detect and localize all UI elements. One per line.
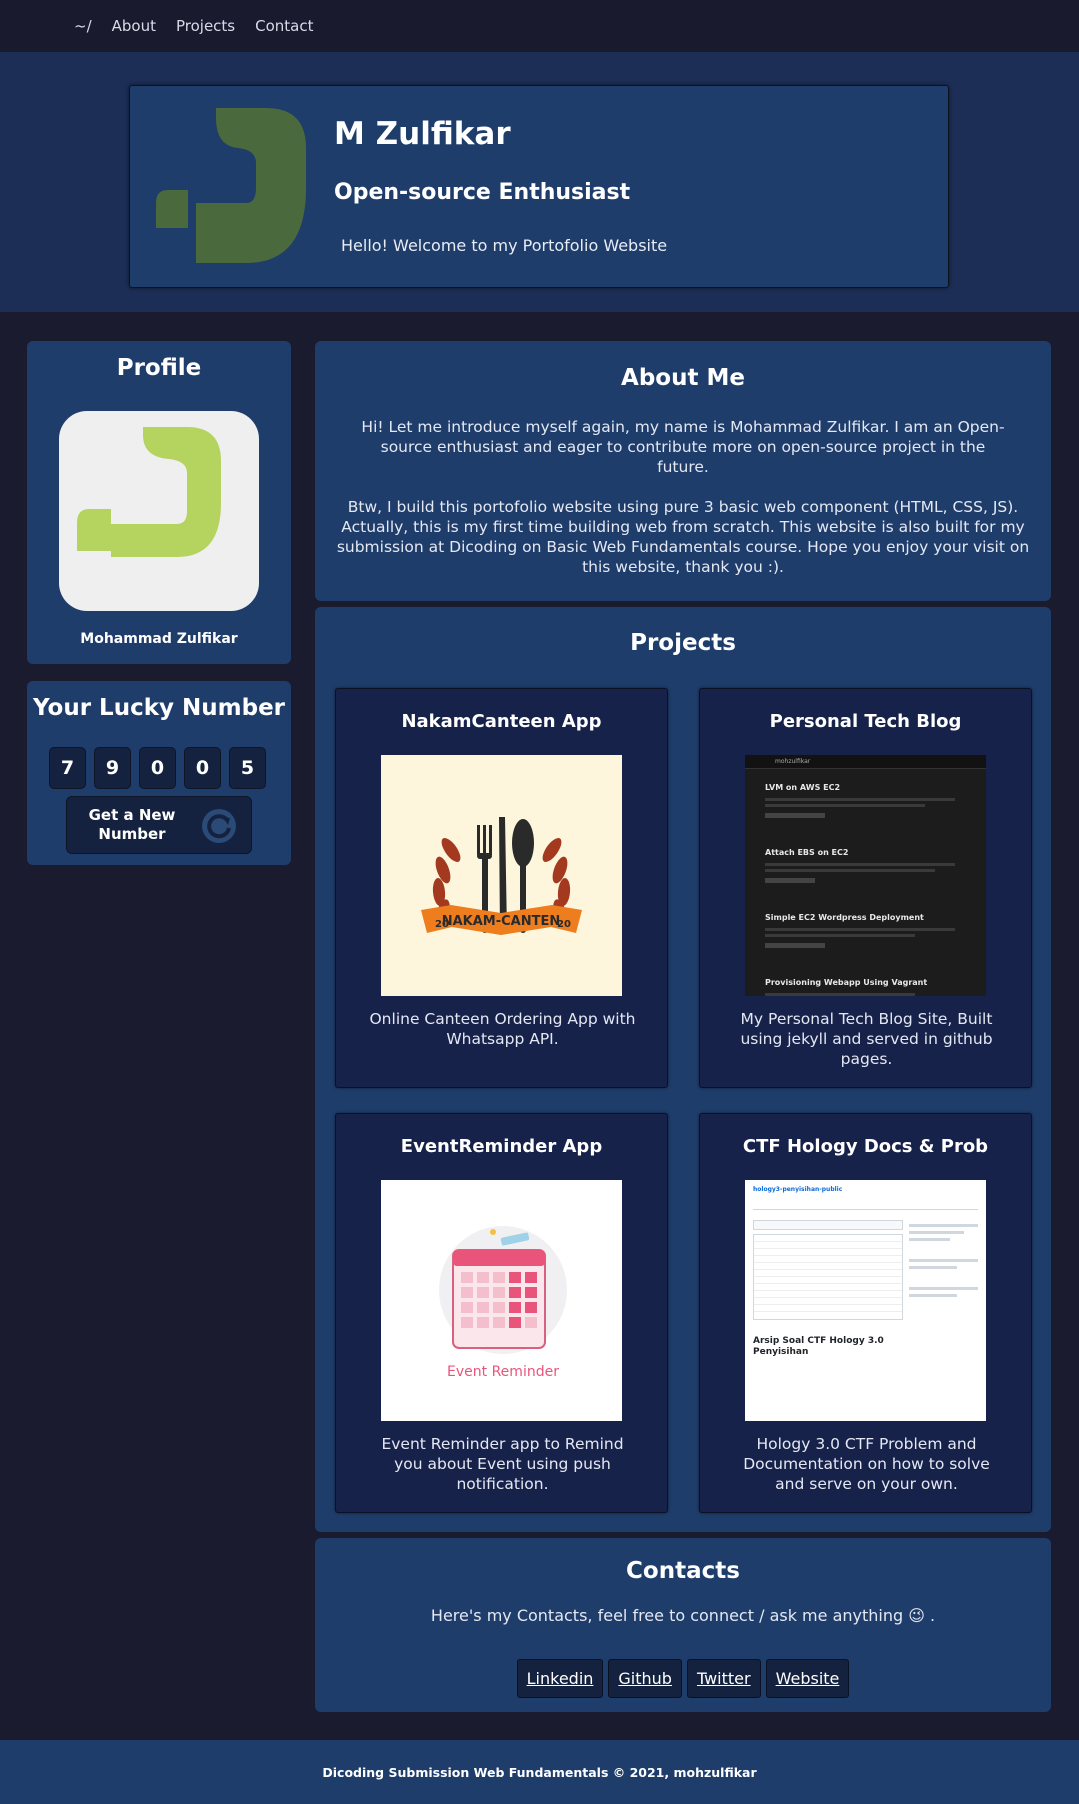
footer: Dicoding Submission Web Fundamentals © 2…	[0, 1740, 1079, 1804]
lucky-digits: 7 9 0 0 5	[49, 747, 266, 789]
contact-links: Linkedin Github Twitter Website	[315, 1659, 1051, 1698]
lucky-digit: 5	[229, 747, 266, 789]
website-button[interactable]: Website	[765, 1659, 850, 1698]
project-image-nakamcanteen: NAKAM-CANTEN 20 20	[381, 755, 622, 996]
canteen-logo-icon: NAKAM-CANTEN 20 20	[421, 817, 582, 935]
twitter-button[interactable]: Twitter	[686, 1659, 761, 1698]
footer-text: Dicoding Submission Web Fundamentals © 2…	[322, 1764, 757, 1780]
project-image-tech-blog: mohzulfikar LVM on AWS EC2 Attach EBS on…	[745, 755, 986, 996]
canteen-year-right: 20	[557, 919, 571, 930]
new-number-button[interactable]: Get a New Number	[66, 796, 252, 854]
contacts-message: Here's my Contacts, feel free to connect…	[430, 1606, 936, 1625]
lucky-digit: 9	[94, 747, 131, 789]
projects-panel: Projects NakamCanteen App NAKAM-CANTEN 2…	[315, 607, 1051, 1532]
hero-subtitle: Open-source Enthusiast	[334, 180, 631, 205]
project-description: Online Canteen Ordering App with Whatsap…	[369, 1010, 636, 1048]
new-number-label: Get a New Number	[88, 806, 176, 843]
about-paragraph: Hi! Let me introduce myself again, my na…	[361, 418, 1005, 476]
github-button[interactable]: Github	[608, 1659, 682, 1698]
nav-contact-link[interactable]: Contact	[255, 17, 313, 35]
lucky-number-title: Your Lucky Number	[32, 695, 286, 721]
blog-post-title: Simple EC2 Wordpress Deployment	[765, 913, 924, 922]
hero-message: Hello! Welcome to my Portofolio Website	[341, 236, 668, 255]
blog-post-title: LVM on AWS EC2	[765, 783, 841, 792]
project-description: Event Reminder app to Remind you about E…	[381, 1435, 624, 1493]
contacts-title: Contacts	[626, 1558, 740, 1584]
linkedin-button[interactable]: Linkedin	[516, 1659, 604, 1698]
nav-home-link[interactable]: ~/	[74, 17, 92, 35]
project-image-eventreminder: Event Reminder	[381, 1180, 622, 1421]
blog-post-title: Attach EBS on EC2	[765, 848, 849, 857]
profile-name: Mohammad Zulfikar	[80, 631, 238, 647]
project-image-ctf-hology: hology3-penyisihan-public Arsip Soal CTF…	[745, 1180, 986, 1421]
profile-title: Profile	[116, 355, 202, 381]
project-card-tech-blog[interactable]: Personal Tech Blog mohzulfikar LVM on AW…	[699, 688, 1032, 1088]
project-card-nakamcanteen[interactable]: NakamCanteen App NAKAM-CANTEN 20 20 Onli…	[335, 688, 668, 1088]
project-card-eventreminder[interactable]: EventReminder App Event Reminder Event R…	[335, 1113, 668, 1513]
logo-icon	[156, 108, 306, 263]
project-title: NakamCanteen App	[401, 711, 602, 732]
readme-heading: Arsip Soal CTF Hology 3.0 Penyisihan	[753, 1336, 884, 1357]
project-description: Hology 3.0 CTF Problem and Documentation…	[743, 1435, 990, 1493]
canteen-logo-text: NAKAM-CANTEN	[442, 914, 561, 929]
nav-projects-link[interactable]: Projects	[176, 17, 235, 35]
avatar	[59, 411, 259, 611]
project-title: EventReminder App	[400, 1136, 603, 1157]
blog-header: mohzulfikar	[745, 755, 986, 769]
lucky-digit: 0	[139, 747, 176, 789]
logo-icon	[77, 427, 221, 557]
lucky-number-panel: Your Lucky Number 7 9 0 0 5 Get a New Nu…	[27, 681, 291, 865]
repo-name: hology3-penyisihan-public	[753, 1186, 843, 1193]
about-paragraph: Btw, I build this portofolio website usi…	[336, 498, 1030, 576]
lucky-digit: 7	[49, 747, 86, 789]
hero-name: M Zulfikar	[334, 116, 511, 152]
hero-section: M Zulfikar Open-source Enthusiast Hello!…	[0, 52, 1079, 312]
profile-panel: Profile Mohammad Zulfikar	[27, 341, 291, 664]
project-title: CTF Hology Docs & Prob	[742, 1136, 989, 1157]
project-title: Personal Tech Blog	[769, 711, 962, 732]
project-card-ctf-hology[interactable]: CTF Hology Docs & Prob hology3-penyisiha…	[699, 1113, 1032, 1513]
calendar-icon: Event Reminder	[439, 1226, 567, 1380]
nav-about-link[interactable]: About	[112, 17, 156, 35]
contacts-panel: Contacts Here's my Contacts, feel free t…	[315, 1538, 1051, 1712]
about-title: About Me	[621, 365, 745, 391]
projects-title: Projects	[630, 630, 736, 656]
top-nav: ~/ About Projects Contact	[0, 0, 1079, 52]
project-description: My Personal Tech Blog Site, Built using …	[740, 1010, 993, 1068]
blog-post-title: Provisioning Webapp Using Vagrant	[765, 978, 928, 987]
event-reminder-text: Event Reminder	[447, 1364, 559, 1380]
canteen-year-left: 20	[435, 919, 449, 930]
about-panel: About Me Hi! Let me introduce myself aga…	[315, 341, 1051, 601]
lucky-digit: 0	[184, 747, 221, 789]
refresh-icon	[202, 809, 236, 843]
hero-card: M Zulfikar Open-source Enthusiast Hello!…	[129, 85, 949, 288]
